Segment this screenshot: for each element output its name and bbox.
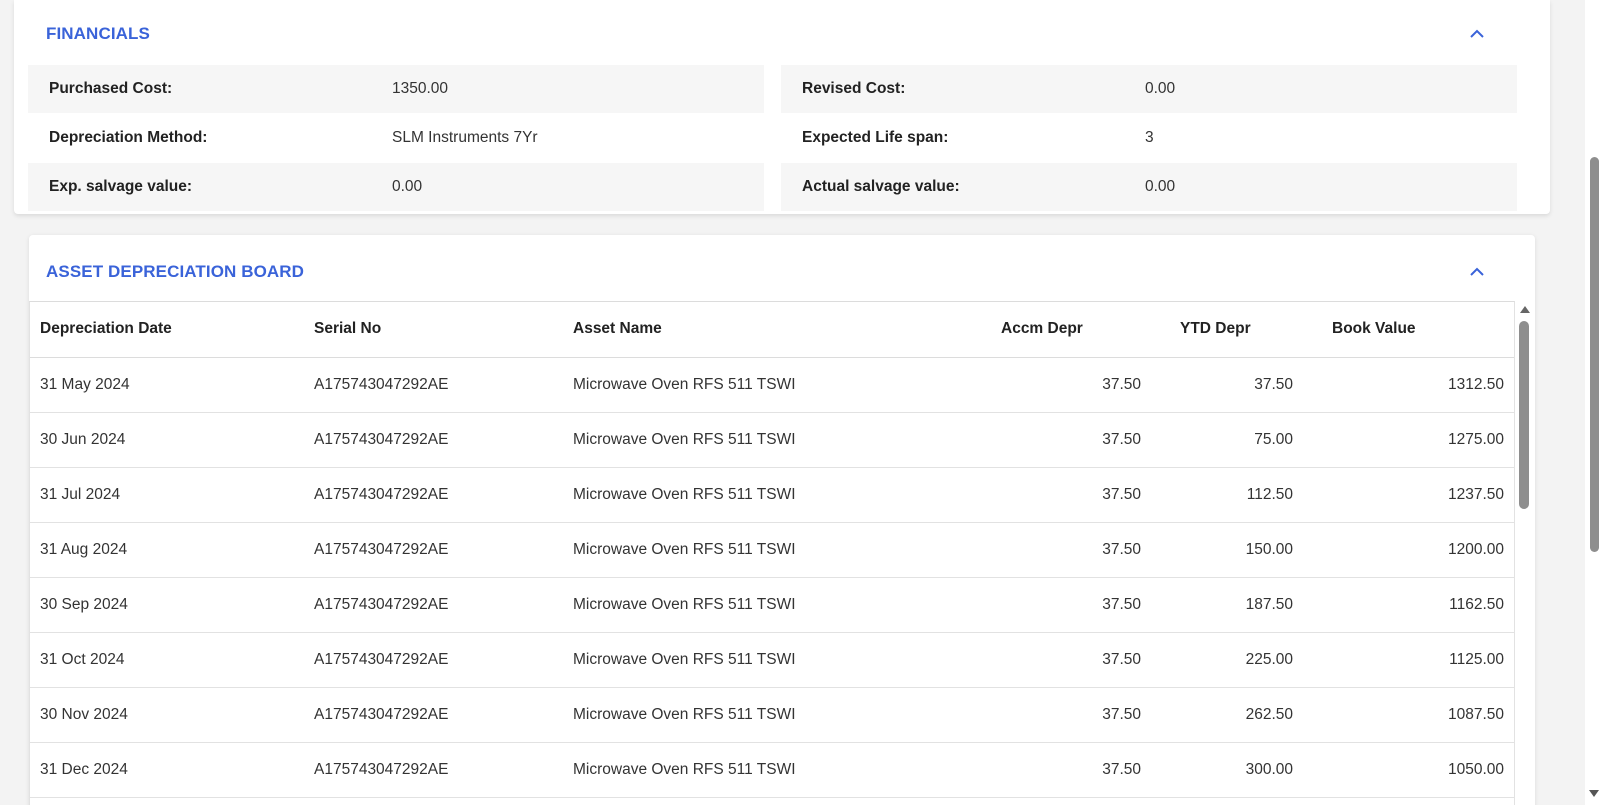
exp-salvage-value-row: Exp. salvage value: 0.00 <box>28 163 764 211</box>
table-row[interactable]: 31 Oct 2024 A175743047292AE Microwave Ov… <box>30 632 1514 688</box>
arrow-down-icon[interactable] <box>1589 790 1599 797</box>
financials-left-column: Purchased Cost: 1350.00 Depreciation Met… <box>28 65 764 212</box>
field-label: Expected Life span: <box>802 129 949 146</box>
revised-cost-value: 0.00 <box>1145 80 1176 97</box>
cell-book-value: 1200.00 <box>1303 522 1514 578</box>
cell-serial-no: A175743047292AE <box>304 357 563 413</box>
field-label: Exp. salvage value: <box>49 178 193 195</box>
financials-title: FINANCIALS <box>46 24 150 43</box>
page: FINANCIALS Purchased Cost: 1350.00 Depre… <box>0 0 1602 805</box>
table-row[interactable]: 30 Sep 2024 A175743047292AE Microwave Ov… <box>30 577 1514 633</box>
cell-serial-no: A175743047292AE <box>304 412 563 468</box>
actual-salvage-value-row: Actual salvage value: 0.00 <box>781 163 1517 211</box>
column-header-asset-name[interactable]: Asset Name <box>563 302 961 358</box>
table-row[interactable]: 31 Jul 2024 A175743047292AE Microwave Ov… <box>30 467 1514 523</box>
cell-ytd-depr: 225.00 <box>1151 632 1303 688</box>
cell-accm-depr: 37.50 <box>961 687 1151 743</box>
cell-book-value: 1275.00 <box>1303 412 1514 468</box>
actual-salvage-value: 0.00 <box>1145 178 1176 195</box>
revised-cost-row: Revised Cost: 0.00 <box>781 65 1517 113</box>
financials-section: FINANCIALS Purchased Cost: 1350.00 Depre… <box>14 0 1550 214</box>
cell-accm-depr: 37.50 <box>961 742 1151 798</box>
cell-ytd-depr: 262.50 <box>1151 687 1303 743</box>
chevron-up-icon[interactable] <box>1470 26 1484 40</box>
table-scrollbar[interactable] <box>1515 301 1535 805</box>
cell-depreciation-date: 31 Aug 2024 <box>30 522 304 578</box>
purchased-cost-row: Purchased Cost: 1350.00 <box>28 65 764 113</box>
cell-accm-depr: 37.50 <box>961 577 1151 633</box>
cell-asset-name: Microwave Oven RFS 511 TSWI <box>563 577 961 633</box>
cell-accm-depr: 37.50 <box>961 412 1151 468</box>
cell-book-value: 1312.50 <box>1303 357 1514 413</box>
page-scrollbar[interactable] <box>1585 0 1602 805</box>
depreciation-table-container: Depreciation Date Serial No Asset Name A… <box>29 301 1515 805</box>
cell-depreciation-date: 30 Jun 2024 <box>30 412 304 468</box>
cell-serial-no: A175743047292AE <box>304 467 563 523</box>
cell-asset-name: Microwave Oven RFS 511 TSWI <box>563 522 961 578</box>
expected-life-span-row: Expected Life span: 3 <box>781 114 1517 162</box>
cell-serial-no: A175743047292AE <box>304 742 563 798</box>
depreciation-method-value: SLM Instruments 7Yr <box>392 129 538 146</box>
column-header-depreciation-date[interactable]: Depreciation Date <box>30 302 304 358</box>
cell-asset-name: Microwave Oven RFS 511 TSWI <box>563 742 961 798</box>
expected-life-span-value: 3 <box>1145 129 1154 146</box>
cell-book-value: 1162.50 <box>1303 577 1514 633</box>
table-scrollbar-thumb[interactable] <box>1519 321 1529 509</box>
cell-ytd-depr: 187.50 <box>1151 577 1303 633</box>
table-header-row: Depreciation Date Serial No Asset Name A… <box>30 302 1514 358</box>
cell-ytd-depr: 150.00 <box>1151 522 1303 578</box>
cell-depreciation-date: 31 Dec 2024 <box>30 742 304 798</box>
table-row[interactable]: 31 Dec 2024 A175743047292AE Microwave Ov… <box>30 742 1514 798</box>
cell-book-value: 1237.50 <box>1303 467 1514 523</box>
depreciation-board-section: ASSET DEPRECIATION BOARD Depreciation Da… <box>29 235 1535 805</box>
purchased-cost-value: 1350.00 <box>392 80 449 97</box>
cell-book-value: 1125.00 <box>1303 632 1514 688</box>
page-scrollbar-thumb[interactable] <box>1590 157 1599 552</box>
cell-accm-depr: 37.50 <box>961 522 1151 578</box>
cell-depreciation-date: 31 Oct 2024 <box>30 632 304 688</box>
field-label: Purchased Cost: <box>49 80 173 97</box>
cell-asset-name: Microwave Oven RFS 511 TSWI <box>563 632 961 688</box>
depreciation-method-row: Depreciation Method: SLM Instruments 7Yr <box>28 114 764 162</box>
cell-accm-depr: 37.50 <box>961 467 1151 523</box>
cell-book-value: 1087.50 <box>1303 687 1514 743</box>
cell-accm-depr: 37.50 <box>961 357 1151 413</box>
column-header-ytd-depr[interactable]: YTD Depr <box>1151 302 1303 358</box>
cell-asset-name: Microwave Oven RFS 511 TSWI <box>563 412 961 468</box>
cell-ytd-depr: 300.00 <box>1151 742 1303 798</box>
cell-ytd-depr: 37.50 <box>1151 357 1303 413</box>
field-label: Revised Cost: <box>802 80 906 97</box>
cell-book-value: 1050.00 <box>1303 742 1514 798</box>
field-label: Actual salvage value: <box>802 178 960 195</box>
cell-depreciation-date: 31 Jul 2024 <box>30 467 304 523</box>
table-row[interactable]: 30 Nov 2024 A175743047292AE Microwave Ov… <box>30 687 1514 743</box>
table-row[interactable]: 30 Jun 2024 A175743047292AE Microwave Ov… <box>30 412 1514 468</box>
chevron-up-icon[interactable] <box>1470 264 1484 278</box>
cell-depreciation-date: 30 Nov 2024 <box>30 687 304 743</box>
financials-right-column: Revised Cost: 0.00 Expected Life span: 3… <box>781 65 1517 212</box>
cell-serial-no: A175743047292AE <box>304 522 563 578</box>
cell-serial-no: A175743047292AE <box>304 577 563 633</box>
cell-serial-no: A175743047292AE <box>304 687 563 743</box>
column-header-accm-depr[interactable]: Accm Depr <box>961 302 1151 358</box>
cell-serial-no: A175743047292AE <box>304 632 563 688</box>
cell-ytd-depr: 112.50 <box>1151 467 1303 523</box>
field-label: Depreciation Method: <box>49 129 208 146</box>
column-header-book-value[interactable]: Book Value <box>1303 302 1514 358</box>
table-row[interactable]: 31 Aug 2024 A175743047292AE Microwave Ov… <box>30 522 1514 578</box>
cell-accm-depr: 37.50 <box>961 632 1151 688</box>
cell-asset-name: Microwave Oven RFS 511 TSWI <box>563 467 961 523</box>
arrow-up-icon[interactable] <box>1520 306 1530 313</box>
cell-asset-name: Microwave Oven RFS 511 TSWI <box>563 357 961 413</box>
table-row[interactable]: 31 May 2024 A175743047292AE Microwave Ov… <box>30 357 1514 413</box>
cell-asset-name: Microwave Oven RFS 511 TSWI <box>563 687 961 743</box>
depreciation-table: Depreciation Date Serial No Asset Name A… <box>30 302 1514 798</box>
cell-depreciation-date: 31 May 2024 <box>30 357 304 413</box>
cell-ytd-depr: 75.00 <box>1151 412 1303 468</box>
exp-salvage-value: 0.00 <box>392 178 423 195</box>
column-header-serial-no[interactable]: Serial No <box>304 302 563 358</box>
depreciation-board-title: ASSET DEPRECIATION BOARD <box>46 262 305 281</box>
cell-depreciation-date: 30 Sep 2024 <box>30 577 304 633</box>
